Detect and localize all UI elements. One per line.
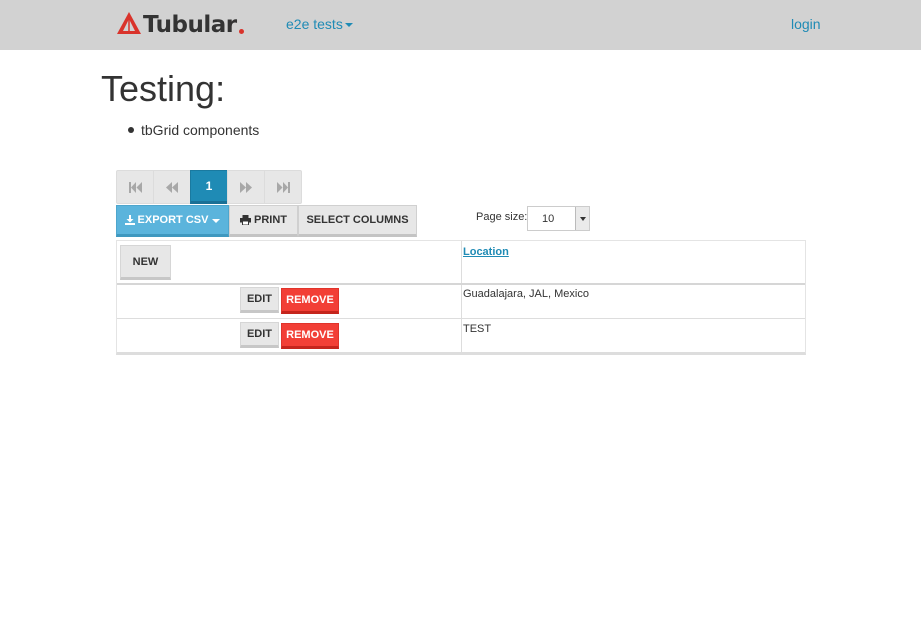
brand-name: Tubular xyxy=(143,12,237,38)
pager: 1 xyxy=(116,170,302,204)
next-page-button[interactable] xyxy=(227,170,265,204)
export-csv-button[interactable]: EXPORT CSV xyxy=(116,205,229,237)
step-backward-icon xyxy=(128,181,142,193)
page-size-label: Page size: xyxy=(476,211,528,223)
print-button[interactable]: PRINT xyxy=(229,205,298,237)
bullet-item: tbGrid components xyxy=(141,122,260,138)
column-divider xyxy=(461,241,462,353)
forward-icon xyxy=(240,181,252,193)
select-columns-button[interactable]: SELECT COLUMNS xyxy=(298,205,417,237)
page-title: Testing: xyxy=(101,68,226,109)
page-1-button[interactable]: 1 xyxy=(190,170,228,204)
print-icon xyxy=(240,215,251,225)
caret-down-icon xyxy=(212,219,221,223)
last-page-button[interactable] xyxy=(264,170,302,204)
bullet-list: tbGrid components xyxy=(128,122,259,138)
location-cell: Guadalajara, JAL, Mexico xyxy=(463,288,589,300)
header-divider xyxy=(117,283,805,285)
location-cell: TEST xyxy=(463,323,492,335)
page-size-select[interactable]: 10 xyxy=(527,206,590,231)
bullet-dot xyxy=(128,127,134,133)
page-size-value: 10 xyxy=(542,212,555,225)
chevron-down-icon[interactable] xyxy=(575,207,589,230)
tubular-logo-icon xyxy=(116,10,142,41)
remove-button[interactable]: REMOVE xyxy=(281,323,339,349)
brand-dot xyxy=(238,29,244,34)
column-header-location[interactable]: Location xyxy=(463,246,509,258)
print-label: PRINT xyxy=(254,214,287,226)
top-navbar: Tubular e2e tests login xyxy=(0,0,921,50)
previous-page-button[interactable] xyxy=(153,170,191,204)
remove-button[interactable]: REMOVE xyxy=(281,288,339,314)
e2e-tests-dropdown[interactable]: e2e tests xyxy=(286,16,353,32)
brand-logo[interactable]: Tubular xyxy=(116,10,244,40)
first-page-button[interactable] xyxy=(116,170,154,204)
row-divider xyxy=(117,318,805,319)
login-link[interactable]: login xyxy=(791,16,821,32)
data-grid: NEW Location EDIT REMOVE Guadalajara, JA… xyxy=(116,240,806,355)
export-csv-label: EXPORT CSV xyxy=(137,214,209,226)
edit-button[interactable]: EDIT xyxy=(240,322,279,348)
caret-down-icon xyxy=(344,23,353,27)
backward-icon xyxy=(166,181,178,193)
new-button[interactable]: NEW xyxy=(120,245,171,280)
download-icon xyxy=(124,215,135,225)
edit-button[interactable]: EDIT xyxy=(240,287,279,313)
dropdown-label: e2e tests xyxy=(286,16,343,32)
step-forward-icon xyxy=(276,181,290,193)
